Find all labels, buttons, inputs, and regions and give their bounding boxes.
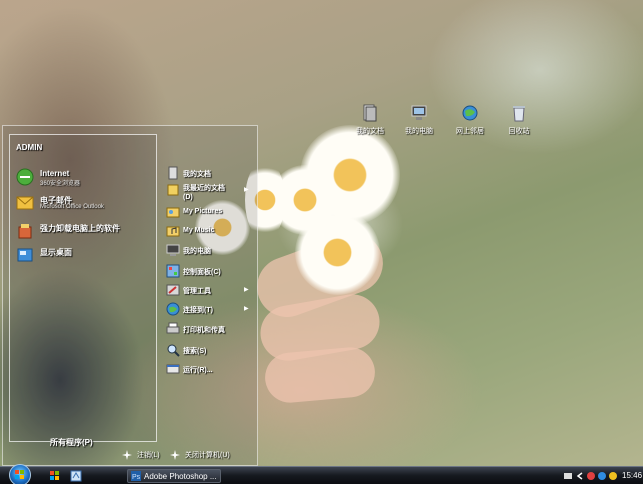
pinned-item-show-desktop[interactable]: 显示桌面 bbox=[16, 245, 156, 267]
desktop-icon-label: 我的电脑 bbox=[405, 128, 433, 135]
right-item-connect-to[interactable]: 连接到(T) ▶ bbox=[166, 302, 256, 320]
quicklaunch-windows-icon[interactable] bbox=[49, 470, 61, 482]
pinned-item-internet[interactable]: Internet 360安全浏览器 bbox=[16, 167, 156, 189]
tray-security-icon[interactable] bbox=[586, 471, 596, 481]
right-item-my-documents[interactable]: 我的文档 bbox=[166, 166, 256, 184]
search-icon bbox=[167, 344, 180, 357]
control-panel-icon bbox=[166, 264, 180, 278]
submenu-arrow-icon: ▶ bbox=[244, 306, 249, 312]
network-icon bbox=[462, 105, 478, 121]
email-icon bbox=[16, 196, 34, 210]
shutdown-icon bbox=[170, 450, 180, 460]
tray-show-desktop-icon[interactable] bbox=[563, 471, 573, 481]
right-item-run[interactable]: 运行(R)... bbox=[166, 362, 256, 380]
shutdown-button[interactable]: 关闭计算机(U) bbox=[169, 448, 230, 462]
right-item-recent-documents[interactable]: 我最近的文档 (D) ▶ bbox=[166, 183, 256, 201]
logoff-button[interactable]: 注销(L) bbox=[121, 448, 160, 462]
user-name: ADMIN bbox=[16, 143, 43, 152]
right-item-my-music[interactable]: My Music bbox=[166, 224, 256, 242]
desktop-icon-label: 回收站 bbox=[508, 128, 530, 135]
printer-icon bbox=[166, 322, 180, 334]
right-item-admin-tools[interactable]: 管理工具 ▶ bbox=[166, 283, 256, 301]
documents-icon bbox=[363, 104, 377, 122]
computer-icon bbox=[411, 105, 427, 120]
submenu-arrow-icon: ▶ bbox=[244, 187, 249, 193]
desktop-icon-computer[interactable]: 我的电脑 bbox=[394, 103, 444, 136]
tray-antivirus-icon[interactable] bbox=[597, 471, 607, 481]
run-icon bbox=[166, 364, 180, 374]
right-item-control-panel[interactable]: 控制面板(C) bbox=[166, 264, 256, 282]
admin-tools-icon bbox=[166, 284, 180, 296]
recent-docs-icon bbox=[167, 184, 179, 196]
right-item-search[interactable]: 搜索(S) bbox=[166, 343, 256, 361]
recycle-bin-icon bbox=[513, 106, 525, 122]
start-menu-left-pane: ADMIN Internet 360安全浏览器 电子邮件 Microsoft O… bbox=[9, 134, 157, 447]
photoshop-icon: Ps bbox=[131, 471, 141, 481]
documents-icon bbox=[168, 166, 178, 180]
submenu-arrow-icon: ▶ bbox=[244, 287, 249, 293]
svg-text:Ps: Ps bbox=[132, 474, 141, 481]
desktop-icon-documents[interactable]: 我的文档 bbox=[345, 103, 395, 136]
tray-chevron-icon[interactable] bbox=[575, 471, 585, 481]
desktop-icon-network[interactable]: 网上邻居 bbox=[445, 103, 495, 136]
taskbar-button-photoshop[interactable]: Ps Adobe Photoshop ... bbox=[127, 469, 221, 483]
windows-logo-icon bbox=[15, 470, 24, 479]
taskbar: Ps Adobe Photoshop ... 15:46 bbox=[0, 464, 643, 484]
browser-icon bbox=[16, 168, 34, 186]
tray-network-icon[interactable] bbox=[608, 471, 618, 481]
wallpaper-flower bbox=[295, 210, 380, 295]
start-button[interactable] bbox=[9, 464, 31, 484]
right-item-my-pictures[interactable]: My Pictures bbox=[166, 205, 256, 223]
right-item-printers[interactable]: 打印机和传真 bbox=[166, 322, 256, 340]
right-item-my-computer[interactable]: 我的电脑 bbox=[166, 243, 256, 261]
logoff-icon bbox=[122, 450, 132, 460]
wallpaper-hand bbox=[263, 345, 377, 405]
connect-icon bbox=[166, 302, 180, 316]
desktop-icon-recycle-bin[interactable]: 回收站 bbox=[494, 103, 544, 136]
desktop-icon-label: 网上邻居 bbox=[456, 128, 484, 135]
pictures-icon bbox=[166, 207, 180, 218]
all-programs-button[interactable]: 所有程序(P) bbox=[50, 437, 93, 448]
pinned-item-email[interactable]: 电子邮件 Microsoft Office Outlook bbox=[16, 193, 156, 215]
start-menu: ADMIN Internet 360安全浏览器 电子邮件 Microsoft O… bbox=[2, 125, 258, 466]
desktop-icon-label: 我的文档 bbox=[356, 128, 384, 135]
computer-icon bbox=[166, 244, 180, 256]
music-icon bbox=[166, 226, 180, 237]
pinned-item-uninstall[interactable]: 强力卸载电脑上的软件 bbox=[16, 221, 156, 243]
uninstall-icon bbox=[18, 224, 32, 239]
clock[interactable]: 15:46 bbox=[622, 471, 642, 480]
quicklaunch-browser-icon[interactable] bbox=[70, 470, 82, 482]
show-desktop-icon bbox=[17, 248, 33, 262]
